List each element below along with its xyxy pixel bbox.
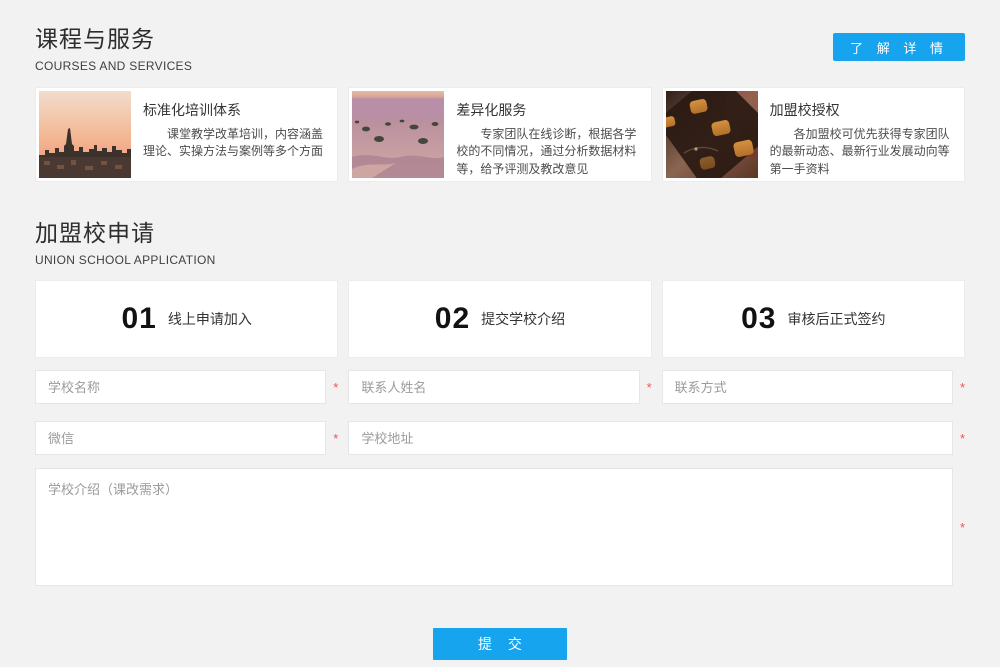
step-label: 审核后正式签约 [788,309,886,329]
service-card-title: 标准化培训体系 [143,100,324,120]
contact-method-input[interactable] [662,370,953,404]
application-section-header: 加盟校申请 UNION SCHOOL APPLICATION [35,214,965,267]
step-number: 03 [741,302,776,336]
required-asterisk: * [326,432,338,445]
step-label: 提交学校介绍 [481,309,565,329]
application-section: 加盟校申请 UNION SCHOOL APPLICATION 01 线上申请加入… [35,214,965,660]
school-intro-field-wrap: * [35,468,965,586]
step-number: 01 [121,302,156,336]
city-skyline-sunset-photo [39,91,131,178]
services-subtitle: COURSES AND SERVICES [35,59,965,73]
contact-method-field-wrap: * [662,370,965,404]
school-intro-textarea[interactable] [35,468,953,586]
service-card-description: 课堂教学改革培训，内容涵盖理论、实操方法与案例等多个方面 [143,126,324,161]
learn-more-button[interactable]: 了 解 详 情 [833,33,965,61]
form-grid: * * * * * [35,370,965,455]
service-card-body: 标准化培训体系 课堂教学改革培训，内容涵盖理论、实操方法与案例等多个方面 [131,91,334,178]
step-sign-contract: 03 审核后正式签约 [662,280,965,358]
required-asterisk: * [953,432,965,445]
service-card-body: 差异化服务 专家团队在线诊断，根据各学校的不同情况，通过分析数据材料等，给予评测… [444,91,647,178]
contact-name-field-wrap: * [348,370,651,404]
service-card-title: 加盟校授权 [770,100,951,120]
service-card-body: 加盟校授权 各加盟校可优先获得专家团队的最新动态、最新行业发展动向等第一手资料 [758,91,961,178]
service-card-training-system: 标准化培训体系 课堂教学改革培训，内容涵盖理论、实操方法与案例等多个方面 [35,87,338,182]
wechat-field-wrap: * [35,421,338,455]
contact-name-input[interactable] [348,370,639,404]
step-number: 02 [435,302,470,336]
school-name-input[interactable] [35,370,326,404]
service-card-title: 差异化服务 [456,100,637,120]
required-asterisk: * [953,521,965,534]
step-online-apply: 01 线上申请加入 [35,280,338,358]
service-card-description: 各加盟校可优先获得专家团队的最新动态、最新行业发展动向等第一手资料 [770,126,951,178]
page-content: 课程与服务 COURSES AND SERVICES 了 解 详 情 [35,0,965,660]
film-strip-photo [666,91,758,178]
application-steps-row: 01 线上申请加入 02 提交学校介绍 03 审核后正式签约 [35,280,965,358]
service-card-differentiated-service: 差异化服务 专家团队在线诊断，根据各学校的不同情况，通过分析数据材料等，给予评测… [348,87,651,182]
step-submit-intro: 02 提交学校介绍 [348,280,651,358]
application-title: 加盟校申请 [35,214,965,248]
submit-button[interactable]: 提 交 [433,628,567,660]
school-address-field-wrap: * [348,421,965,455]
school-name-field-wrap: * [35,370,338,404]
services-title: 课程与服务 [35,20,965,54]
services-section-header: 课程与服务 COURSES AND SERVICES 了 解 详 情 [35,20,965,73]
service-card-franchise-authorization: 加盟校授权 各加盟校可优先获得专家团队的最新动态、最新行业发展动向等第一手资料 [662,87,965,182]
application-subtitle: UNION SCHOOL APPLICATION [35,253,965,267]
desert-dusk-photo [352,91,444,178]
service-card-description: 专家团队在线诊断，根据各学校的不同情况，通过分析数据材料等，给予评测及教改意见 [456,126,637,178]
application-form: * * * * * [35,370,965,660]
required-asterisk: * [326,381,338,394]
service-cards-row: 标准化培训体系 课堂教学改革培训，内容涵盖理论、实操方法与案例等多个方面 [35,87,965,182]
school-address-input[interactable] [348,421,953,455]
required-asterisk: * [953,381,965,394]
submit-row: 提 交 [35,628,965,660]
wechat-input[interactable] [35,421,326,455]
step-label: 线上申请加入 [168,309,252,329]
required-asterisk: * [640,381,652,394]
